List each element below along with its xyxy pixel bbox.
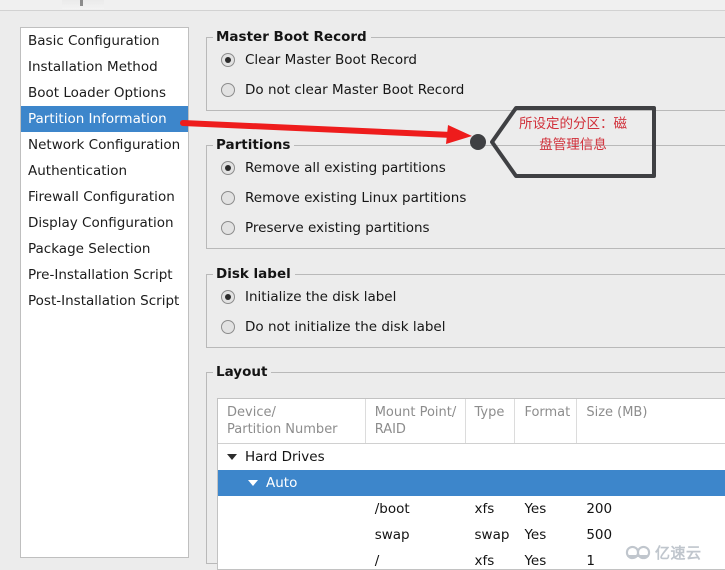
expander-triangle-down-icon[interactable] <box>248 480 258 486</box>
table-cell-type: xfs <box>474 553 495 569</box>
partition-information-pane: Master Boot Record Clear Master Boot Rec… <box>196 11 725 570</box>
radio-button-icon[interactable] <box>221 191 235 205</box>
radio-option-preserve-existing-partitions[interactable]: Preserve existing partitions <box>207 213 725 243</box>
table-cell-text: Auto <box>266 475 298 491</box>
table-row[interactable]: swap swap Yes 500 <box>218 522 725 548</box>
master-boot-record-legend: Master Boot Record <box>216 29 367 45</box>
radio-option-clear-master-boot-record[interactable]: Clear Master Boot Record <box>207 45 725 75</box>
partitions-options[interactable]: Remove all existing partitions Remove exi… <box>207 153 725 243</box>
column-header-mount[interactable]: Mount Point/ RAID <box>366 399 466 443</box>
master-boot-record-options[interactable]: Clear Master Boot Record Do not clear Mas… <box>207 45 725 105</box>
partition-layout-table[interactable]: Device/ Partition Number Mount Point/ RAI… <box>217 398 725 570</box>
column-header-size[interactable]: Size (MB) <box>577 399 725 443</box>
table-cell-text: Hard Drives <box>245 449 325 465</box>
table-row[interactable]: Hard Drives <box>218 444 725 470</box>
table-cell-format: Yes <box>524 501 547 517</box>
table-row[interactable]: / xfs Yes 1 <box>218 548 725 569</box>
window-toolbar-sliver <box>0 0 725 11</box>
window-body: Basic Configuration Installation Method Bo… <box>0 11 725 570</box>
radio-option-label: Clear Master Boot Record <box>245 52 417 68</box>
radio-option-remove-all-existing-partitions[interactable]: Remove all existing partitions <box>207 153 725 183</box>
table-cell-type: xfs <box>474 501 495 517</box>
sidebar-item-installation-method[interactable]: Installation Method <box>21 54 188 80</box>
sidebar-item-label: Installation Method <box>28 59 158 75</box>
table-cell-mount: /boot <box>374 501 410 517</box>
sidebar-item-label: Authentication <box>28 163 128 179</box>
sidebar-item-label: Post-Installation Script <box>28 293 180 309</box>
radio-option-label: Do not initialize the disk label <box>245 319 446 335</box>
disk-label-legend: Disk label <box>216 266 291 282</box>
table-cell-size: 500 <box>586 527 613 543</box>
radio-option-initialize-the-disk-label[interactable]: Initialize the disk label <box>207 282 725 312</box>
radio-option-label: Preserve existing partitions <box>245 220 430 236</box>
toolbar-ghost-button <box>62 0 104 9</box>
table-row[interactable]: Auto <box>218 470 725 496</box>
sidebar-item-firewall-configuration[interactable]: Firewall Configuration <box>21 184 188 210</box>
table-cell-device: Hard Drives <box>218 449 366 465</box>
sidebar-item-package-selection[interactable]: Package Selection <box>21 236 188 262</box>
expander-triangle-down-icon[interactable] <box>227 454 237 460</box>
table-cell-mount: / <box>374 553 380 569</box>
partitions-group: Partitions Remove all existing partition… <box>206 137 725 249</box>
sidebar-item-display-configuration[interactable]: Display Configuration <box>21 210 188 236</box>
radio-option-label: Do not clear Master Boot Record <box>245 82 465 98</box>
table-cell-device: Auto <box>218 475 366 491</box>
layout-legend: Layout <box>216 364 268 380</box>
radio-button-icon[interactable] <box>221 83 235 97</box>
column-header-type[interactable]: Type <box>466 399 516 443</box>
table-cell-mount: swap <box>374 527 410 543</box>
sidebar-item-label: Network Configuration <box>28 137 181 153</box>
sidebar-item-label: Pre-Installation Script <box>28 267 173 283</box>
column-header-device[interactable]: Device/ Partition Number <box>218 399 366 443</box>
table-header-row: Device/ Partition Number Mount Point/ RAI… <box>218 399 725 444</box>
partitions-legend: Partitions <box>216 137 291 153</box>
table-cell-size: 1 <box>586 553 595 569</box>
radio-option-label: Remove all existing partitions <box>245 160 446 176</box>
radio-option-remove-existing-linux-partitions[interactable]: Remove existing Linux partitions <box>207 183 725 213</box>
table-cell-type: swap <box>474 527 510 543</box>
radio-button-icon[interactable] <box>221 320 235 334</box>
sidebar-item-partition-information[interactable]: Partition Information <box>21 106 188 132</box>
sidebar-item-label: Boot Loader Options <box>28 85 166 101</box>
sidebar-item-label: Firewall Configuration <box>28 189 175 205</box>
disk-label-group: Disk label Initialize the disk label Do n… <box>206 266 725 348</box>
radio-button-selected-icon[interactable] <box>221 290 235 304</box>
radio-button-icon[interactable] <box>221 221 235 235</box>
table-body[interactable]: Hard Drives Auto/boot xfs Yes 200 swap swap Yes… <box>218 444 725 569</box>
toolbar-ghost-glyph <box>80 0 83 6</box>
radio-option-label: Remove existing Linux partitions <box>245 190 467 206</box>
master-boot-record-group: Master Boot Record Clear Master Boot Rec… <box>206 29 725 111</box>
sidebar-item-label: Partition Information <box>28 111 167 127</box>
disk-label-options[interactable]: Initialize the disk label Do not initiali… <box>207 282 725 342</box>
layout-group: Layout Device/ Partition Number Mount Poi… <box>206 364 725 570</box>
configuration-sections-list[interactable]: Basic Configuration Installation Method Bo… <box>20 27 189 558</box>
radio-option-do-not-initialize-the-disk-label[interactable]: Do not initialize the disk label <box>207 312 725 342</box>
table-cell-size: 200 <box>586 501 613 517</box>
sidebar-item-authentication[interactable]: Authentication <box>21 158 188 184</box>
radio-option-label: Initialize the disk label <box>245 289 397 305</box>
sidebar-item-boot-loader-options[interactable]: Boot Loader Options <box>21 80 188 106</box>
table-cell-format: Yes <box>524 553 547 569</box>
radio-option-do-not-clear-master-boot-record[interactable]: Do not clear Master Boot Record <box>207 75 725 105</box>
sidebar-item-label: Package Selection <box>28 241 151 257</box>
sidebar-item-basic-configuration[interactable]: Basic Configuration <box>21 28 188 54</box>
sidebar-item-label: Display Configuration <box>28 215 174 231</box>
sidebar-item-label: Basic Configuration <box>28 33 160 49</box>
sidebar-item-network-configuration[interactable]: Network Configuration <box>21 132 188 158</box>
sidebar-item-pre-installation-script[interactable]: Pre-Installation Script <box>21 262 188 288</box>
radio-button-selected-icon[interactable] <box>221 53 235 67</box>
table-cell-format: Yes <box>524 527 547 543</box>
radio-button-selected-icon[interactable] <box>221 161 235 175</box>
table-row[interactable]: /boot xfs Yes 200 <box>218 496 725 522</box>
sidebar-item-post-installation-script[interactable]: Post-Installation Script <box>21 288 188 314</box>
column-header-format[interactable]: Format <box>515 399 578 443</box>
